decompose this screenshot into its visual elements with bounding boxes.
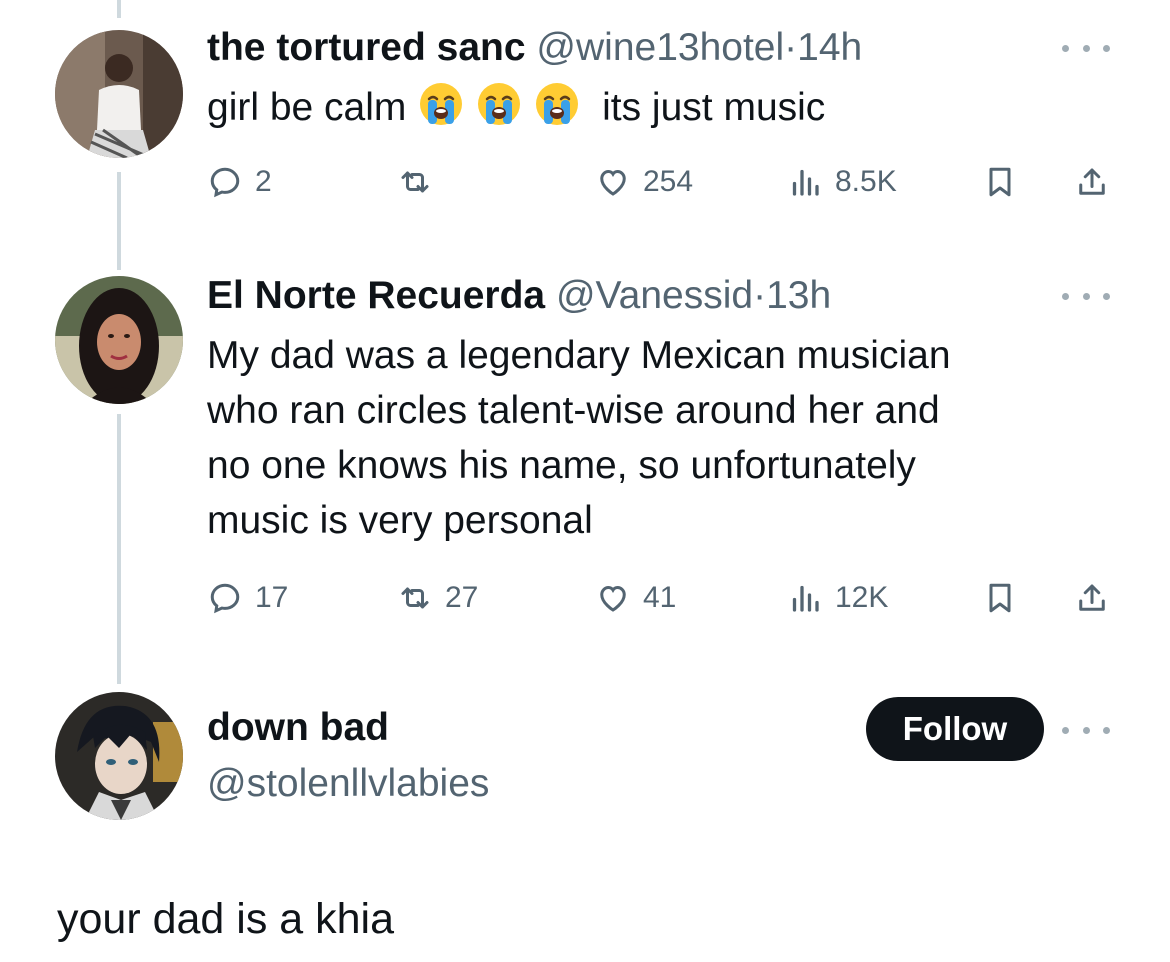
thread-line-2: [117, 414, 121, 684]
reply-text-end: its just music: [602, 86, 826, 129]
repost-icon: [401, 171, 429, 193]
follow-button[interactable]: Follow: [866, 697, 1044, 761]
handle[interactable]: @stolenllvlabies: [207, 762, 489, 805]
share-icon: [1079, 584, 1105, 611]
avatar[interactable]: [55, 30, 183, 158]
avatar[interactable]: [55, 276, 183, 404]
reply-text-start: girl be calm: [207, 86, 407, 129]
more-dot: [1062, 44, 1069, 52]
separator: ·: [784, 26, 798, 69]
heart-icon: [600, 169, 626, 196]
thread-line-1: [117, 172, 121, 270]
more-options-button[interactable]: [1062, 284, 1110, 308]
share-icon: [1079, 168, 1105, 195]
repost-count: 27: [445, 581, 479, 614]
action-bar: 17 27 41 12K: [207, 576, 1112, 620]
reply-text-line: who ran circles talent-wise around her a…: [207, 389, 940, 432]
loudly-crying-face-icon: [420, 83, 463, 125]
more-dot: [1062, 726, 1069, 734]
display-name[interactable]: El Norte Recuerda: [207, 274, 545, 317]
profile-handle: @stolenllvlabies: [207, 762, 489, 806]
more-options-button[interactable]: [1062, 718, 1110, 742]
timestamp[interactable]: 13h: [766, 274, 831, 317]
bookmark-button[interactable]: [982, 576, 1018, 620]
repost-button[interactable]: [397, 160, 445, 204]
profile-name: down bad: [207, 706, 389, 750]
handle[interactable]: @Vanessid: [556, 274, 753, 317]
bookmark-icon: [989, 583, 1011, 613]
repost-icon: [401, 587, 429, 609]
bookmark-button[interactable]: [982, 160, 1018, 204]
more-dot: [1062, 292, 1069, 300]
reply-icon: [210, 167, 240, 198]
like-count: 254: [643, 165, 694, 198]
reply-text: girl be calm its just music: [207, 80, 825, 135]
loudly-crying-face-icon: [536, 83, 579, 125]
more-dot: [1082, 726, 1090, 734]
reply-button[interactable]: 17: [207, 576, 288, 620]
reply-button[interactable]: 2: [207, 160, 272, 204]
display-name[interactable]: down bad: [207, 706, 389, 749]
view-count: 12K: [835, 581, 889, 614]
view-count: 8.5K: [835, 165, 897, 198]
post-text: your dad is a khia: [57, 895, 395, 943]
more-options-button[interactable]: [1062, 36, 1110, 60]
repost-button[interactable]: 27: [397, 576, 478, 620]
reply-text-line: no one knows his name, so unfortunately: [207, 444, 916, 487]
analytics-icon: [792, 169, 819, 196]
reply-text-line: music is very personal: [207, 499, 593, 542]
handle[interactable]: @wine13hotel: [536, 26, 784, 69]
avatar[interactable]: [55, 692, 183, 820]
like-button[interactable]: 41: [595, 576, 676, 620]
reply-icon: [210, 583, 240, 614]
reply-header: the tortured sanc @wine13hotel·14h: [207, 26, 862, 70]
reply-text-line: My dad was a legendary Mexican musician: [207, 334, 951, 377]
avatar-image: [55, 692, 183, 820]
more-dot: [1082, 292, 1090, 300]
more-dot: [1103, 292, 1110, 300]
heart-icon: [600, 585, 626, 612]
more-dot: [1103, 44, 1110, 52]
reply-header: El Norte Recuerda @Vanessid·13h: [207, 274, 831, 318]
reply-count: 2: [255, 165, 272, 198]
bookmark-icon: [989, 167, 1011, 197]
analytics-icon: [792, 585, 819, 612]
loudly-crying-face-icon: [478, 83, 521, 125]
avatar-image: [55, 30, 183, 158]
separator: ·: [753, 274, 767, 317]
like-count: 41: [643, 581, 677, 614]
thread-line-top: [117, 0, 121, 18]
reply-count: 17: [255, 581, 289, 614]
action-bar: 2 254 8.5K: [207, 160, 1112, 204]
emoji-group: [417, 83, 591, 129]
share-button[interactable]: [1074, 160, 1110, 204]
more-dot: [1082, 44, 1090, 52]
reply-text: My dad was a legendary Mexican musician …: [207, 328, 951, 548]
avatar-image: [55, 276, 183, 404]
like-button[interactable]: 254: [595, 160, 693, 204]
timestamp[interactable]: 14h: [797, 26, 862, 69]
more-dot: [1103, 726, 1110, 734]
views-button[interactable]: 8.5K: [787, 160, 897, 204]
share-button[interactable]: [1074, 576, 1110, 620]
views-button[interactable]: 12K: [787, 576, 888, 620]
display-name[interactable]: the tortured sanc: [207, 26, 526, 69]
